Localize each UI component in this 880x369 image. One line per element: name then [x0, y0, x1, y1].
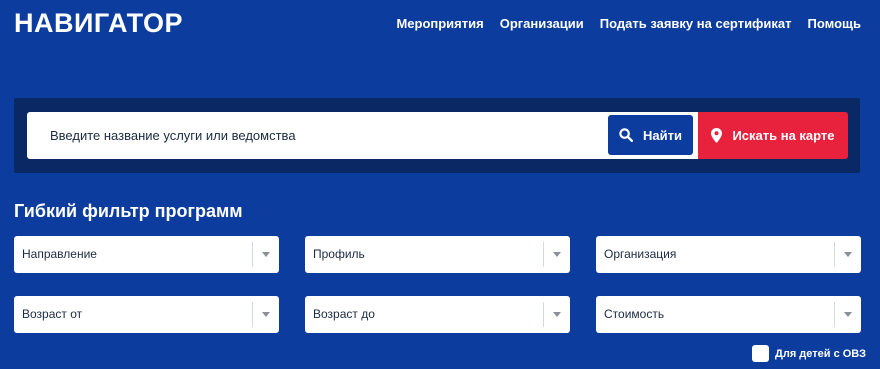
- select-age-from-label: Возраст от: [22, 307, 83, 321]
- nav-item-organizations[interactable]: Организации: [500, 16, 584, 31]
- find-button[interactable]: Найти: [608, 115, 693, 155]
- ovz-checkbox-row[interactable]: Для детей с ОВЗ: [752, 345, 866, 362]
- select-divider: [543, 242, 544, 267]
- select-organization-label: Организация: [604, 247, 677, 261]
- chevron-down-icon: [844, 252, 852, 257]
- chevron-down-icon: [553, 312, 561, 317]
- select-direction[interactable]: Направление: [14, 236, 279, 273]
- select-profile[interactable]: Профиль: [305, 236, 570, 273]
- chevron-down-icon: [553, 252, 561, 257]
- select-age-from[interactable]: Возраст от: [14, 296, 279, 333]
- nav-item-certificate[interactable]: Подать заявку на сертификат: [600, 16, 792, 31]
- ovz-checkbox-label: Для детей с ОВЗ: [775, 347, 866, 360]
- select-age-to[interactable]: Возраст до: [305, 296, 570, 333]
- select-age-to-label: Возраст до: [313, 307, 375, 321]
- nav-item-events[interactable]: Мероприятия: [396, 16, 483, 31]
- map-search-button-label: Искать на карте: [732, 128, 835, 143]
- checkbox-icon[interactable]: [752, 345, 769, 362]
- select-divider: [834, 242, 835, 267]
- top-nav: Мероприятия Организации Подать заявку на…: [396, 16, 861, 31]
- search-icon: [619, 128, 634, 142]
- select-direction-label: Направление: [22, 247, 97, 261]
- map-search-button[interactable]: Искать на карте: [698, 112, 848, 159]
- select-divider: [543, 302, 544, 327]
- find-button-label: Найти: [643, 127, 682, 143]
- map-pin-icon: [711, 128, 723, 143]
- select-divider: [252, 302, 253, 327]
- select-organization[interactable]: Организация: [596, 236, 861, 273]
- nav-item-help[interactable]: Помощь: [808, 16, 861, 31]
- chevron-down-icon: [262, 252, 270, 257]
- chevron-down-icon: [844, 312, 852, 317]
- chevron-down-icon: [262, 312, 270, 317]
- select-cost[interactable]: Стоимость: [596, 296, 861, 333]
- search-panel: Найти Искать на карте: [14, 98, 860, 173]
- site-logo[interactable]: НАВИГАТОР: [14, 8, 183, 39]
- select-divider: [252, 242, 253, 267]
- filter-title: Гибкий фильтр программ: [14, 201, 243, 221]
- select-cost-label: Стоимость: [604, 307, 665, 321]
- select-divider: [834, 302, 835, 327]
- select-profile-label: Профиль: [313, 247, 365, 261]
